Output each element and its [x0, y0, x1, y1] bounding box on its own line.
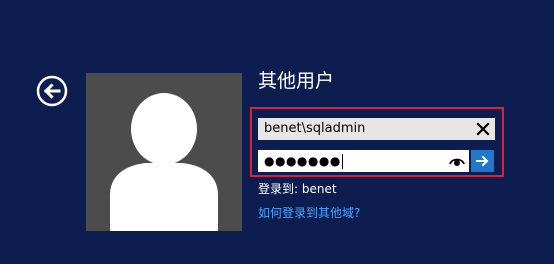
back-button[interactable]: [36, 75, 68, 107]
reveal-password-button[interactable]: [449, 154, 465, 168]
domain-name: benet: [301, 182, 337, 196]
username-value: benet\sqladmin: [264, 121, 366, 136]
eye-icon: [449, 154, 465, 168]
close-icon: [475, 121, 491, 137]
password-dots: ●●●●●●●: [264, 154, 341, 168]
page-title: 其他用户: [258, 70, 335, 92]
password-mask: ●●●●●●●: [264, 150, 343, 172]
user-avatar: [86, 73, 242, 231]
submit-button[interactable]: [471, 150, 494, 172]
sign-in-to-domain: 登录到: benet: [258, 181, 337, 197]
other-domain-help-link[interactable]: 如何登录到其他域?: [258, 205, 360, 221]
sign-in-to-label: 登录到:: [258, 182, 299, 196]
arrow-left-icon: [36, 75, 68, 107]
clear-username-button[interactable]: [475, 121, 491, 137]
username-field[interactable]: benet\sqladmin: [258, 118, 495, 140]
user-silhouette-icon: [86, 73, 242, 231]
password-field[interactable]: ●●●●●●●: [258, 150, 469, 172]
arrow-right-icon: [471, 155, 494, 167]
text-caret: [341, 154, 343, 169]
